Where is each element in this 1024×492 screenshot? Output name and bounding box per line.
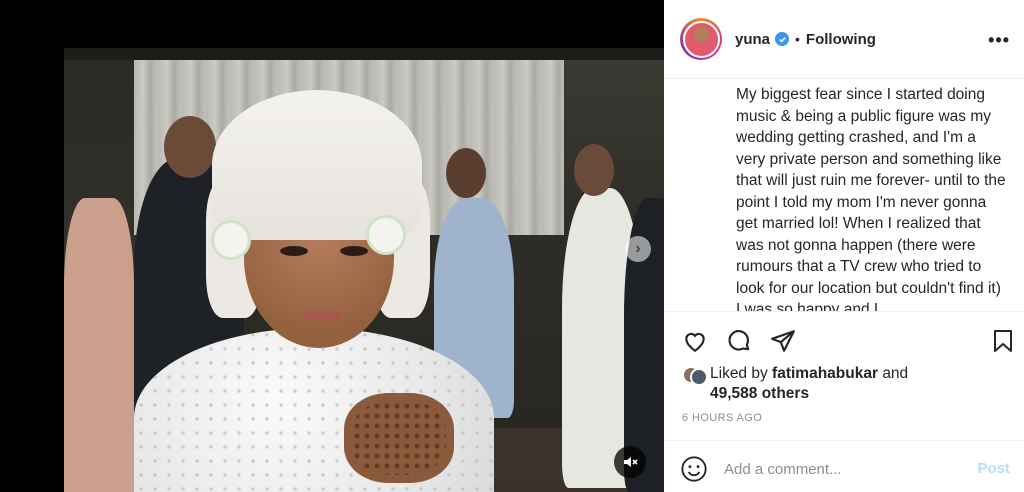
avatar-image — [682, 20, 720, 58]
comment-icon[interactable] — [724, 326, 754, 356]
emoji-icon[interactable] — [680, 455, 708, 483]
action-bar — [664, 320, 1024, 362]
more-options-icon[interactable]: ••• — [988, 30, 1010, 51]
henna-hand — [344, 393, 454, 483]
bookmark-icon[interactable] — [988, 326, 1018, 356]
flower-decoration — [214, 223, 248, 257]
comment-input[interactable] — [724, 455, 964, 483]
eye — [280, 246, 308, 256]
caption-area: My biggest fear since I started doing mu… — [664, 80, 1024, 312]
likes-text: Liked by fatimahabukar and — [710, 365, 908, 383]
guest-head — [446, 148, 486, 198]
heart-icon[interactable] — [680, 326, 710, 356]
post-video[interactable] — [64, 48, 664, 492]
next-arrow-icon[interactable]: › — [625, 236, 651, 262]
background-beam — [64, 48, 664, 60]
comment-bar: Post — [664, 440, 1024, 492]
post-side-panel: yuna • Following ••• My biggest fear sin… — [664, 0, 1024, 492]
verified-badge-icon — [775, 32, 790, 46]
post-comment-button[interactable]: Post — [977, 460, 1010, 477]
flower-decoration — [369, 218, 403, 252]
media-area: › — [0, 0, 664, 492]
caption-text: My biggest fear since I started doing mu… — [736, 86, 1006, 312]
headscarf — [212, 90, 422, 240]
lips — [302, 310, 342, 322]
liker-username[interactable]: fatimahabukar — [772, 365, 878, 382]
following-button[interactable]: Following — [806, 31, 876, 48]
mute-icon[interactable] — [614, 446, 646, 478]
guest-head — [574, 144, 614, 196]
eye — [340, 246, 368, 256]
liker-avatars — [682, 366, 708, 386]
likes-count[interactable]: 49,588 others — [710, 385, 809, 403]
username[interactable]: yuna — [735, 31, 770, 48]
avatar[interactable] — [680, 18, 722, 60]
post-header: yuna • Following ••• — [664, 0, 1024, 79]
likes-prefix: Liked by — [710, 365, 768, 382]
share-icon[interactable] — [768, 326, 798, 356]
guest-head — [164, 116, 216, 178]
avatar — [690, 368, 708, 386]
separator: • — [795, 31, 800, 47]
post-timestamp[interactable]: 6 HOURS AGO — [682, 412, 762, 424]
guest-figure — [64, 198, 134, 492]
likes-conjunction: and — [882, 365, 909, 382]
